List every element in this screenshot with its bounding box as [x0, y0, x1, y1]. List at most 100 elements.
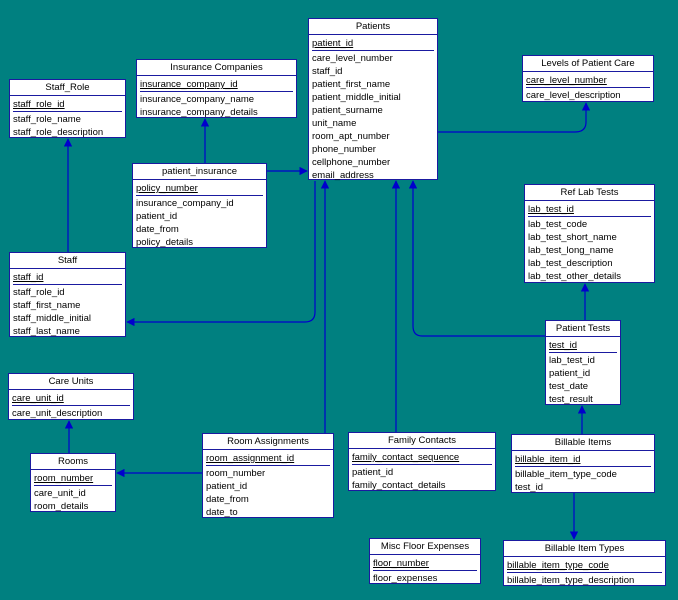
entity-title: Family Contacts [349, 433, 495, 449]
entity-room-assignments[interactable]: Room Assignments room_assignment_id room_n… [202, 433, 334, 518]
primary-key-attribute: care_level_number [526, 74, 650, 88]
entity-attributes: test_id lab_test_id patient_id test_datetes… [546, 337, 620, 407]
attribute: patient_id [352, 467, 394, 478]
entity-staff-role[interactable]: Staff_Role staff_role_id staff_role_name st… [9, 79, 126, 138]
entity-care-units[interactable]: Care Units care_unit_id care_unit_descript… [8, 373, 134, 420]
entity-misc-floor-expenses[interactable]: Misc Floor Expenses floor_number floor_exp… [369, 538, 481, 584]
attribute: lab_test_other_details [528, 271, 621, 282]
attribute: lab_test_description [528, 258, 613, 269]
attribute: phone_number [312, 144, 376, 155]
primary-key-attribute: room_number [34, 472, 112, 486]
attribute: insurance_company_name [140, 94, 255, 105]
attribute: staff_last_name [13, 326, 80, 337]
entity-levels-of-patient-care[interactable]: Levels of Patient Care care_level_number c… [522, 55, 654, 102]
entity-attributes: care_level_number care_level_description [523, 72, 653, 103]
primary-key-attribute: staff_id [13, 271, 122, 285]
entity-billable-item-types[interactable]: Billable Item Types billable_item_type_co… [503, 540, 666, 586]
attribute: insurance_company_id [136, 198, 234, 209]
entity-title: Misc Floor Expenses [370, 539, 480, 555]
entity-attributes: policy_number insurance_company_idpatient… [133, 180, 266, 250]
attribute: lab_test_long_name [528, 245, 614, 256]
primary-key-attribute: care_unit_id [12, 392, 130, 406]
attribute: staff_role_name [13, 114, 81, 125]
attribute: staff_id [312, 66, 343, 77]
entity-attributes: patient_id care_level_number staff_idpatie… [309, 35, 437, 183]
entity-title: patient_insurance [133, 164, 266, 180]
attribute: floor_expenses [373, 573, 438, 584]
attribute: cellphone_number [312, 157, 391, 168]
attribute: staff_role_description [13, 127, 104, 138]
entity-staff[interactable]: Staff staff_id staff_role_id staff_first_na… [9, 252, 126, 337]
primary-key-attribute: lab_test_id [528, 203, 651, 217]
primary-key-attribute: staff_role_id [13, 98, 122, 112]
attribute: date_from [136, 224, 179, 235]
attribute: room_apt_number [312, 131, 390, 142]
entity-title: Staff_Role [10, 80, 125, 96]
rel-patients-to-care-level [438, 102, 591, 133]
attribute: date_from [206, 494, 249, 505]
entity-family-contacts[interactable]: Family Contacts family_contact_sequencepa… [348, 432, 496, 491]
attribute: billable_item_type_code [515, 469, 617, 480]
entity-insurance-companies[interactable]: Insurance Companies insurance_company_id i… [136, 59, 297, 118]
entity-attributes: room_assignment_id room_number patient_idd… [203, 450, 333, 520]
primary-key-attribute: floor_number [373, 557, 477, 571]
attribute: patient_middle_initial [312, 92, 401, 103]
entity-billable-items[interactable]: Billable Items billable_item_id billable_i… [511, 434, 655, 493]
attribute: lab_test_id [549, 355, 595, 366]
attribute: test_date [549, 381, 589, 392]
attribute: care_unit_description [12, 408, 103, 419]
attribute: insurance_company_details [140, 107, 258, 118]
entity-attributes: insurance_company_id insurance_company_na… [137, 76, 296, 120]
attribute: patient_id [549, 368, 591, 379]
attribute: unit_name [312, 118, 357, 129]
attribute: care_level_number [312, 53, 393, 64]
attribute: patient_id [136, 211, 178, 222]
attribute: lab_test_code [528, 219, 588, 230]
entity-ref-lab-tests[interactable]: Ref Lab Tests lab_test_id lab_test_codelab… [524, 184, 655, 283]
entity-attributes: family_contact_sequence patient_id family_… [349, 449, 495, 493]
entity-title: Billable Items [512, 435, 654, 451]
attribute: test_result [549, 394, 593, 405]
entity-patient-tests[interactable]: Patient Tests test_id lab_test_id patient_i… [545, 320, 621, 405]
attribute: room_number [206, 468, 266, 479]
entity-attributes: staff_role_id staff_role_name staff_role_d… [10, 96, 125, 140]
entity-patients[interactable]: Patients patient_id care_level_numberstaff… [308, 18, 438, 183]
attribute: room_details [34, 501, 89, 512]
entity-attributes: care_unit_id care_unit_description [9, 390, 133, 421]
entity-title: Billable Item Types [504, 541, 665, 557]
entity-attributes: floor_number floor_expenses [370, 555, 480, 586]
entity-title: Insurance Companies [137, 60, 296, 76]
attribute: policy_details [136, 237, 194, 248]
entity-rooms[interactable]: Rooms room_number care_unit_id room_details [30, 453, 116, 512]
entity-title: Patient Tests [546, 321, 620, 337]
entity-title: Patients [309, 19, 437, 35]
primary-key-attribute: billable_item_type_code [507, 559, 662, 573]
entity-attributes: billable_item_id billable_item_type_codet… [512, 451, 654, 495]
primary-key-attribute: policy_number [136, 182, 263, 196]
primary-key-attribute: family_contact_sequence [352, 451, 492, 465]
attribute: date_to [206, 507, 238, 518]
entity-title: Care Units [9, 374, 133, 390]
entity-patient-insurance[interactable]: patient_insurance policy_number insurance_… [132, 163, 267, 248]
attribute: family_contact_details [352, 480, 446, 491]
entity-attributes: staff_id staff_role_id staff_first_namesta… [10, 269, 125, 339]
attribute: lab_test_short_name [528, 232, 617, 243]
primary-key-attribute: insurance_company_id [140, 78, 293, 92]
primary-key-attribute: billable_item_id [515, 453, 651, 467]
entity-title: Staff [10, 253, 125, 269]
entity-title: Room Assignments [203, 434, 333, 450]
primary-key-attribute: test_id [549, 339, 617, 353]
entity-title: Ref Lab Tests [525, 185, 654, 201]
attribute: patient_id [206, 481, 248, 492]
entity-attributes: billable_item_type_code billable_item_typ… [504, 557, 665, 588]
attribute: test_id [515, 482, 543, 493]
primary-key-attribute: patient_id [312, 37, 434, 51]
entity-title: Levels of Patient Care [523, 56, 653, 72]
entity-attributes: room_number care_unit_id room_details [31, 470, 115, 514]
entity-title: Rooms [31, 454, 115, 470]
primary-key-attribute: room_assignment_id [206, 452, 330, 466]
attribute: staff_first_name [13, 300, 81, 311]
attribute: billable_item_type_description [507, 575, 635, 586]
attribute: email_address [312, 170, 374, 181]
attribute: staff_role_id [13, 287, 65, 298]
